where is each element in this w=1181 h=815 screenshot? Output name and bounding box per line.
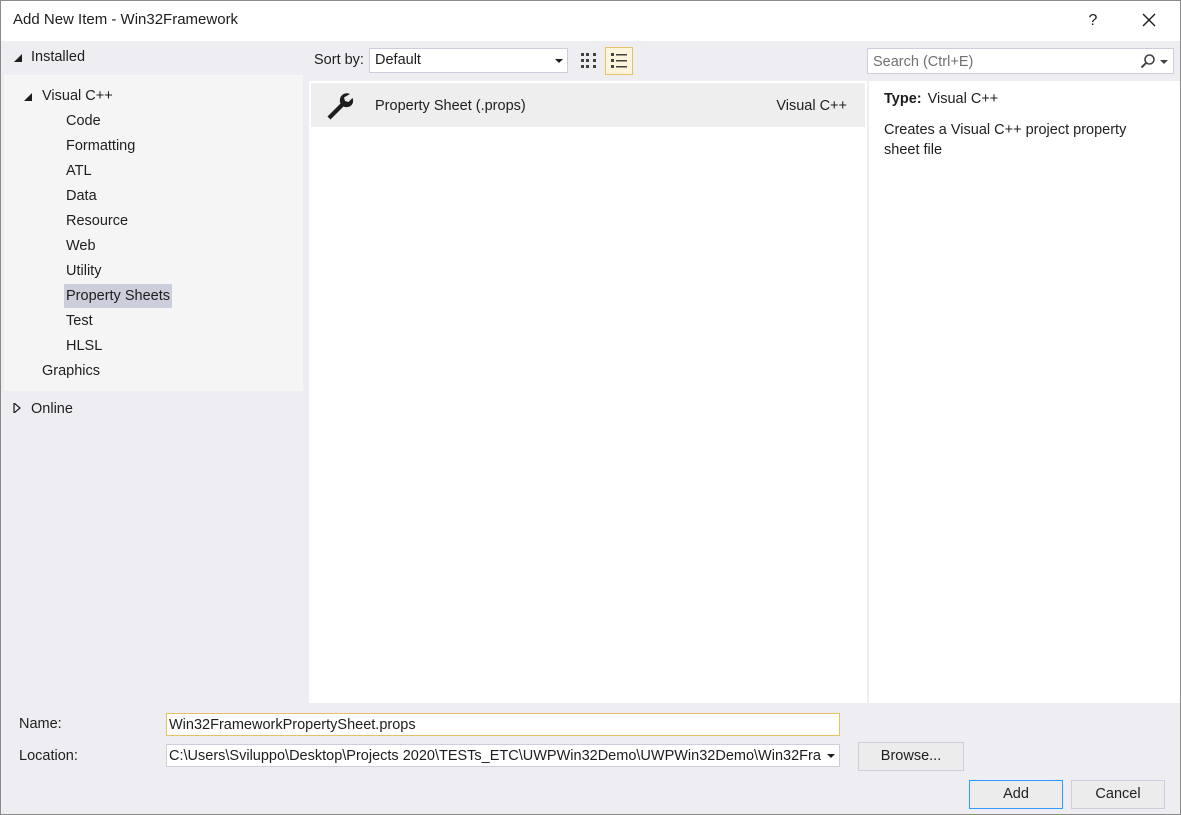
online-header[interactable]: Online: [9, 397, 303, 423]
search-input[interactable]: [873, 52, 1123, 71]
tree-item-test[interactable]: Test: [66, 309, 93, 333]
location-combo[interactable]: [166, 744, 840, 767]
cancel-button[interactable]: Cancel: [1071, 780, 1165, 809]
collapse-triangle-icon: [14, 54, 22, 62]
sort-by-dropdown[interactable]: Default: [369, 48, 568, 73]
dialog-title: Add New Item - Win32Framework: [13, 11, 239, 28]
template-category-tree: Visual C++ Code Formatting ATL Data Reso…: [4, 75, 303, 391]
installed-label: Installed: [31, 49, 86, 65]
template-list: Property Sheet (.props) Visual C++: [309, 81, 867, 703]
tree-item-graphics[interactable]: Graphics: [42, 359, 100, 383]
search-box[interactable]: [867, 48, 1174, 74]
search-options-chevron-icon[interactable]: [1160, 59, 1168, 65]
add-button[interactable]: Add: [969, 780, 1063, 809]
template-name: Property Sheet (.props): [375, 98, 526, 114]
template-details: Type: Visual C++ Creates a Visual C++ pro…: [869, 81, 1180, 703]
template-language: Visual C++: [776, 98, 847, 114]
tree-item-property-sheets[interactable]: Property Sheets: [64, 284, 172, 308]
location-label: Location:: [19, 748, 78, 764]
tree-item-visual-cpp[interactable]: Visual C++: [42, 84, 113, 108]
list-view-icon: [611, 53, 627, 68]
tree-item-atl[interactable]: ATL: [66, 159, 92, 183]
tree-item-code[interactable]: Code: [66, 109, 101, 133]
location-input[interactable]: [169, 746, 824, 765]
close-button[interactable]: [1135, 7, 1163, 35]
search-icon[interactable]: [1139, 53, 1157, 71]
installed-header[interactable]: Installed: [9, 45, 303, 71]
tree-item-hlsl[interactable]: HLSL: [66, 334, 102, 358]
grid-view-icon: [581, 53, 596, 68]
detail-type-value: Visual C++: [927, 91, 999, 107]
browse-button[interactable]: Browse...: [858, 742, 964, 771]
wrench-icon: [327, 93, 354, 120]
detail-type: Type: Visual C++: [884, 91, 998, 107]
chevron-down-icon[interactable]: [827, 754, 835, 758]
name-input[interactable]: [169, 715, 819, 734]
online-label: Online: [31, 401, 73, 417]
collapse-triangle-icon[interactable]: [23, 92, 33, 102]
close-icon: [1142, 13, 1156, 27]
name-label: Name:: [19, 716, 62, 732]
chevron-down-icon: [555, 59, 563, 63]
tree-item-web[interactable]: Web: [66, 234, 96, 258]
template-item-property-sheet[interactable]: Property Sheet (.props) Visual C++: [311, 83, 865, 127]
tree-item-resource[interactable]: Resource: [66, 209, 128, 233]
tree-item-utility[interactable]: Utility: [66, 259, 101, 283]
detail-description: Creates a Visual C++ project property sh…: [884, 122, 1127, 158]
sort-by-label: Sort by:: [314, 52, 364, 68]
small-icons-view-button[interactable]: [575, 47, 603, 75]
tree-item-formatting[interactable]: Formatting: [66, 134, 135, 158]
sort-by-value: Default: [375, 52, 421, 68]
list-view-button[interactable]: [605, 47, 633, 75]
help-button[interactable]: ?: [1079, 7, 1107, 35]
name-field[interactable]: [166, 713, 840, 736]
expand-triangle-icon: [13, 403, 21, 413]
title-bar: Add New Item - Win32Framework ?: [1, 1, 1180, 41]
tree-item-data[interactable]: Data: [66, 184, 97, 208]
add-new-item-dialog: Add New Item - Win32Framework ? Installe…: [0, 0, 1181, 815]
detail-type-label: Type:: [884, 91, 922, 107]
